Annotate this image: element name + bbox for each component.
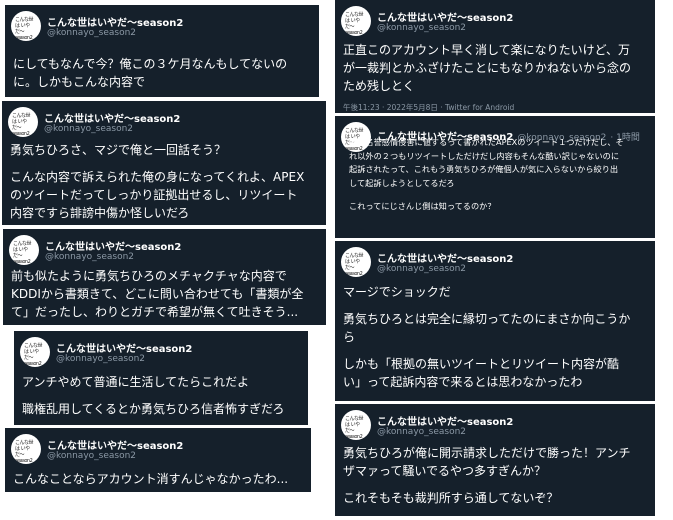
tweet-text: 正直このアカウント早く消して楽になりたいけど、万 が一裁判とかふざけたことにもな…	[343, 41, 649, 113]
avatar-text: こんな世は いやだ〜 season2	[345, 416, 364, 440]
tweet-line: これってにじさんじ側は知ってるのか？	[349, 201, 496, 211]
tweet-card-9: こんな世は いやだ〜 season2 こんな世はいやだ〜season2 @kon…	[335, 404, 655, 516]
tweet-line: れ以外の２つもリツイートしただけだし内容もそんな酷い訳じゃないのに	[349, 150, 620, 161]
tweet-header: こんな世は いやだ〜 season2 こんな世はいやだ〜season2 @kon…	[341, 247, 649, 279]
tweet-card-2: こんな世は いやだ〜 season2 こんな世はいやだ〜season2 @kon…	[2, 101, 326, 225]
tweet-line: して起訴しようとしてるだろ	[349, 177, 455, 188]
avatar[interactable]: こんな世は いやだ〜 season2	[341, 6, 371, 36]
tweet-text: アンチやめて普通に生活してたらこれだよ 職権乱用してくるとか勇気ちひろ信者怖すぎ…	[22, 373, 302, 418]
tweet-card-5: こんな世は いやだ〜 season2 こんな世はいやだ〜season2 @kon…	[5, 428, 311, 492]
tweet-line: しかも「根拠の無いツイートとリツイート内容が酷	[343, 357, 620, 371]
tweet-header: こんな世は いやだ〜 season2 こんな世はいやだ〜season2 @kon…	[20, 337, 302, 369]
tweet-text: 勇気ちひろが俺に開示請求しただけで勝った！アンチ ザマァって騒いでるやつ多すぎん…	[343, 444, 649, 507]
user-handle[interactable]: @konnayo_season2	[47, 28, 136, 38]
tweet-line: これそもそも裁判所すら通してないぞ？	[343, 491, 559, 505]
tweet-header: こんな世は いやだ〜 season2 こんな世はいやだ〜season2 @kon…	[341, 410, 649, 442]
avatar[interactable]: こんな世は いやだ〜 season2	[341, 410, 371, 440]
tweet-line: が一裁判とかふざけたことにもなりかねないから念の	[343, 61, 632, 75]
avatar[interactable]: こんな世は いやだ〜 season2	[341, 247, 371, 277]
tweet-header: こんな世は いやだ〜 season2 こんな世はいやだ〜season2 @kon…	[341, 6, 649, 38]
tweet-card-7: こんな世は いやだ〜 season2 こんな世はいやだ〜season2 @konn…	[335, 116, 655, 238]
avatar[interactable]: こんな世は いやだ〜 season2	[11, 434, 41, 464]
avatar[interactable]: こんな世は いやだ〜 season2	[20, 337, 50, 367]
tweet-line: アンチやめて普通に生活してたらこれだよ	[22, 375, 250, 389]
tweet-card-3: こんな世は いやだ〜 season2 こんな世はいやだ〜season2 @kon…	[3, 229, 326, 325]
tweet-line: 勇気ちひろが俺に開示請求しただけで勝った！アンチ	[343, 446, 631, 460]
tweet-line: 正直このアカウント早く消して楽になりたいけど、万	[343, 43, 631, 57]
user-name[interactable]: こんな世はいやだ〜season2	[377, 413, 513, 428]
tweet-text: マージでショックだ 勇気ちひろとは完全に縁切ってたのにまさか向こうか ら しかも…	[343, 283, 649, 391]
avatar[interactable]: こんな世は いやだ〜 season2	[11, 11, 41, 41]
tweet-line: 前も似たように勇気ちひろのメチャクチャな内容で	[11, 269, 287, 283]
tweet-line: ザマァって騒いでるやつ多すぎんか？	[343, 464, 547, 478]
tweet-line: マージでショックだ	[343, 285, 451, 299]
user-name[interactable]: こんな世はいやだ〜season2	[47, 437, 183, 452]
avatar-text: こんな世は いやだ〜 season2	[13, 241, 32, 265]
tweet-header: こんな世は いやだ〜 season2 こんな世はいやだ〜season2 @kon…	[9, 235, 320, 267]
tweet-line: い」って起訴内容で来るとは思わなかったわ	[343, 375, 583, 389]
tweet-line: 職権乱用してくるとか勇気ちひろ信者怖すぎだろ	[22, 402, 285, 416]
user-name[interactable]: こんな世はいやだ〜season2	[44, 110, 180, 125]
user-handle[interactable]: @konnayo_season2	[377, 23, 466, 33]
tweet-card-4: こんな世は いやだ〜 season2 こんな世はいやだ〜season2 @kon…	[14, 331, 308, 425]
tweet-line: 起訴されたって、これもう勇気ちひろが俺個人が気に入らないから絞り出	[349, 164, 619, 174]
tweet-text: にしてもなんで今？俺この３ケ月なんもしてないの に。しかもこんな内容で	[13, 55, 313, 91]
avatar-text: こんな世は いやだ〜 season2	[345, 253, 364, 277]
tweet-timestamp[interactable]: 午後11:23 · 2022年5月8日 · Twitter for Androi…	[343, 99, 649, 113]
tweet-header: こんな世は いやだ〜 season2 こんな世はいやだ〜season2 @kon…	[8, 107, 320, 139]
tweet-line: のツイートだってしっかり証拠出せるし、リツイート	[10, 188, 298, 202]
tweet-card-8: こんな世は いやだ〜 season2 こんな世はいやだ〜season2 @kon…	[335, 241, 655, 401]
tweet-card-6: こんな世は いやだ〜 season2 こんな世はいやだ〜season2 @kon…	[335, 0, 655, 113]
avatar[interactable]: こんな世は いやだ〜 season2	[9, 235, 39, 265]
tweet-line: こんなことならアカウント消すんじゃなかったわ...	[13, 472, 289, 486]
user-handle[interactable]: @konnayo_season2	[45, 252, 134, 262]
tweet-line: 俺の名誉感情侵害に値するって書かれたAPEXのツイート１つだけだし、そ	[349, 137, 624, 147]
user-name[interactable]: こんな世はいやだ〜season2	[45, 238, 181, 253]
user-name[interactable]: こんな世はいやだ〜season2	[56, 340, 192, 355]
avatar-text: こんな世は いやだ〜 season2	[15, 440, 34, 464]
tweet-card-1: こんな世は いやだ〜 season2 こんな世はいやだ〜season2 @kon…	[5, 5, 319, 97]
tweet-line: 勇気ちひろとは完全に縁切ってたのにまさか向こうか	[343, 312, 631, 326]
avatar-text: こんな世は いやだ〜 season2	[15, 17, 34, 41]
tweet-header: こんな世は いやだ〜 season2 こんな世はいやだ〜season2 @kon…	[11, 11, 313, 43]
avatar-text: こんな世は いやだ〜 season2	[12, 113, 31, 137]
tweet-text: こんなことならアカウント消すんじゃなかったわ...	[13, 470, 305, 488]
tweet-line: 内容ですら誹謗中傷か怪しいだろ	[10, 206, 190, 220]
tweet-line: こんな内容で訴えられた俺の身になってくれよ、APEX	[10, 170, 305, 184]
user-handle[interactable]: @konnayo_season2	[377, 264, 466, 274]
tweet-text: 前も似たように勇気ちひろのメチャクチャな内容で KDDIから書類きて、どこに問い…	[11, 267, 320, 321]
tweet-line: にしてもなんで今？俺この３ケ月なんもしてないの	[13, 57, 288, 71]
tweet-line: 勇気ちひろさ、マジで俺と一回話そう？	[10, 143, 227, 157]
user-name[interactable]: こんな世はいやだ〜season2	[377, 9, 513, 24]
user-name[interactable]: こんな世はいやだ〜season2	[377, 250, 513, 265]
tweet-header: こんな世は いやだ〜 season2 こんな世はいやだ〜season2 @kon…	[11, 434, 305, 466]
user-handle[interactable]: @konnayo_season2	[56, 354, 145, 364]
avatar[interactable]: こんな世は いやだ〜 season2	[8, 107, 38, 137]
user-handle[interactable]: @konnayo_season2	[47, 451, 136, 461]
user-name[interactable]: こんな世はいやだ〜season2	[47, 14, 183, 29]
avatar-text: こんな世は いやだ〜 season2	[345, 12, 364, 36]
tweet-text: 俺の名誉感情侵害に値するって書かれたAPEXのツイート１つだけだし、そ れ以外の…	[349, 136, 649, 214]
tweet-text: 勇気ちひろさ、マジで俺と一回話そう？ こんな内容で訴えられた俺の身になってくれよ…	[10, 141, 320, 222]
tweet-line: ため残しとく	[343, 79, 415, 93]
tweet-line: KDDIから書類きて、どこに問い合わせても「書類が全	[11, 287, 304, 301]
user-handle[interactable]: @konnayo_season2	[377, 427, 466, 437]
tweet-line: ら	[343, 330, 356, 344]
tweet-line: に。しかもこんな内容で	[13, 75, 146, 89]
tweet-line: て」だったし、わりとガチで希望が無くて吐きそう...	[11, 305, 299, 319]
user-handle[interactable]: @konnayo_season2	[44, 124, 133, 134]
avatar-text: こんな世は いやだ〜 season2	[24, 343, 43, 367]
